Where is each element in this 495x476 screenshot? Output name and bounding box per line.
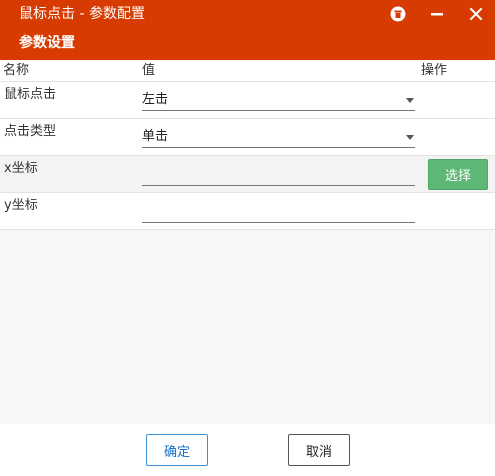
table-header: 名称 值 操作 bbox=[0, 60, 495, 82]
click-type-select[interactable]: 单击 bbox=[142, 126, 415, 148]
minimize-button[interactable] bbox=[424, 2, 450, 26]
table-row: 点击类型 单击 bbox=[0, 119, 495, 156]
ok-button[interactable]: 确定 bbox=[146, 434, 208, 466]
row-label-mouse-click: 鼠标点击 bbox=[4, 87, 57, 102]
cancel-button[interactable]: 取消 bbox=[288, 434, 350, 466]
pin-icon bbox=[390, 6, 406, 22]
table-row: y坐标 bbox=[0, 193, 495, 230]
header-action: 操作 bbox=[421, 63, 448, 78]
row-label-y-coordinate: y坐标 bbox=[4, 198, 38, 213]
header-value: 值 bbox=[142, 63, 156, 78]
pin-button[interactable] bbox=[385, 2, 411, 26]
close-icon bbox=[469, 7, 483, 21]
empty-table-area bbox=[0, 230, 495, 424]
title-bar: 鼠标点击 - 参数配置 参数设置 bbox=[0, 0, 495, 60]
row-label-click-type: 点击类型 bbox=[4, 124, 57, 139]
table-row: x坐标 选择 bbox=[0, 156, 495, 193]
y-coordinate-input[interactable] bbox=[142, 201, 415, 223]
table-row: 鼠标点击 左击 bbox=[0, 82, 495, 119]
x-coordinate-input[interactable] bbox=[142, 164, 415, 186]
minimize-icon bbox=[431, 13, 443, 16]
row-label-x-coordinate: x坐标 bbox=[4, 161, 38, 176]
chevron-down-icon bbox=[406, 135, 414, 140]
section-title: 参数设置 bbox=[19, 35, 75, 51]
choose-coordinate-button[interactable]: 选择 bbox=[428, 159, 488, 190]
mouse-click-select[interactable]: 左击 bbox=[142, 89, 415, 111]
click-type-select-value: 单击 bbox=[142, 129, 169, 144]
mouse-click-select-value: 左击 bbox=[142, 92, 169, 107]
chevron-down-icon bbox=[406, 98, 414, 103]
window-title: 鼠标点击 - 参数配置 bbox=[19, 6, 145, 22]
header-name: 名称 bbox=[3, 63, 30, 78]
close-button[interactable] bbox=[463, 2, 489, 26]
dialog-window: 鼠标点击 - 参数配置 参数设置 名称 值 操作 鼠标点击 左击 点击类型 单击… bbox=[0, 0, 495, 476]
